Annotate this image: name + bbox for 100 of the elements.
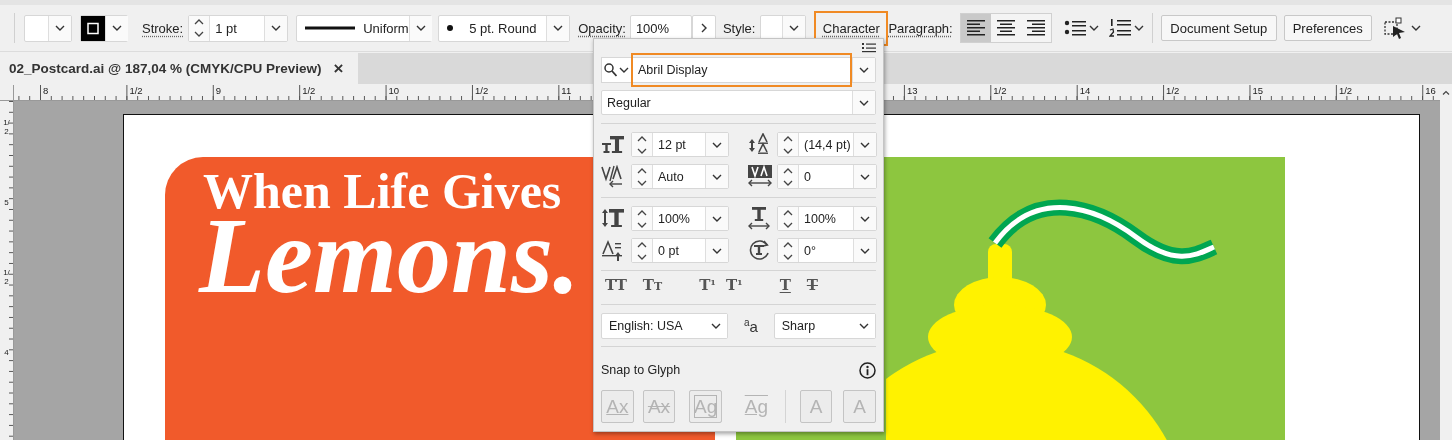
- chevron-down-icon: [858, 323, 869, 329]
- stepper-button[interactable]: [778, 133, 799, 156]
- dropdown-button[interactable]: [853, 207, 876, 230]
- stepper-button[interactable]: [778, 165, 799, 188]
- chevron-down-icon: [860, 173, 870, 180]
- ruler-label: 5: [3, 198, 10, 208]
- font-size-icon: [601, 133, 627, 156]
- all-caps-button[interactable]: TT: [605, 278, 627, 298]
- language-dropdown[interactable]: English: USA: [601, 313, 729, 339]
- preferences-button[interactable]: Preferences: [1283, 15, 1372, 41]
- stepper-button[interactable]: [632, 239, 653, 262]
- snap-to-glyph-label: Snap to Glyph: [601, 363, 681, 377]
- stepper-button[interactable]: [632, 133, 653, 156]
- stroke-label[interactable]: Stroke:: [142, 20, 184, 36]
- stepper-button[interactable]: [632, 207, 653, 230]
- dropdown-button[interactable]: [852, 91, 875, 114]
- document-tab-title: 02_Postcard.ai @ 187,04 % (CMYK/CPU Preview): [9, 61, 322, 76]
- info-icon[interactable]: [859, 361, 876, 379]
- stroke-profile-dropdown[interactable]: Uniform: [296, 14, 433, 42]
- panel-menu-icon[interactable]: [862, 43, 876, 53]
- dropdown-button[interactable]: [853, 133, 876, 156]
- stepper-button[interactable]: [778, 239, 799, 262]
- dropdown-button[interactable]: [546, 15, 570, 41]
- leading-field[interactable]: (14,4 pt): [777, 132, 877, 157]
- opacity-label[interactable]: Opacity:: [578, 20, 626, 36]
- chevron-down-icon: [859, 67, 869, 73]
- ruler-label: 14: [1079, 85, 1091, 96]
- anti-aliasing-dropdown[interactable]: Sharp: [773, 313, 876, 339]
- ruler-label: 1/2: [2, 269, 11, 287]
- font-style-dropdown[interactable]: Regular: [601, 90, 876, 115]
- chevron-right-icon: [700, 23, 707, 33]
- chevron-down-icon: [860, 247, 870, 254]
- ruler-label: 1/2: [474, 85, 489, 96]
- align-center-icon: [996, 20, 1015, 36]
- dropdown-button[interactable]: [264, 15, 288, 41]
- brush-dropdown[interactable]: 5 pt. Round: [438, 14, 571, 42]
- dropdown-button[interactable]: [853, 165, 876, 188]
- align-left-button[interactable]: [960, 14, 991, 42]
- chevron-down-icon: [789, 25, 800, 31]
- ruler-label: 13: [906, 85, 918, 96]
- stepper-button[interactable]: [189, 15, 211, 41]
- dropdown-button[interactable]: [408, 15, 432, 41]
- dropdown-button[interactable]: [705, 239, 728, 262]
- close-tab-button[interactable]: ×: [333, 58, 344, 79]
- ruler-label: 15: [1252, 85, 1264, 96]
- chevron-down-icon: [712, 247, 722, 254]
- dropdown-button[interactable]: [48, 15, 71, 41]
- chevron-down-icon: [112, 25, 122, 31]
- chevron-down-icon: [271, 25, 282, 31]
- ruler-label: 1/2: [993, 85, 1007, 96]
- dropdown-button[interactable]: [853, 239, 876, 262]
- dropdown-button[interactable]: [705, 133, 728, 156]
- superscript-button[interactable]: T$^{1}$: [699, 278, 716, 298]
- dropdown-button[interactable]: [852, 58, 875, 82]
- font-size-field[interactable]: 12 pt: [631, 132, 729, 157]
- chevron-down-icon: [712, 141, 722, 148]
- horizontal-scale-field[interactable]: 100%: [777, 206, 877, 231]
- chevron-down-icon: [859, 99, 869, 106]
- stepper-button[interactable]: [632, 165, 653, 188]
- baseline-shift-field[interactable]: 0 pt: [631, 238, 729, 263]
- kerning-field[interactable]: Auto: [631, 164, 729, 189]
- font-name-highlight: Abril Display: [631, 53, 852, 87]
- strikethrough-button[interactable]: T: [806, 278, 818, 298]
- rotation-field[interactable]: 0°: [777, 238, 877, 263]
- document-tab[interactable]: 02_Postcard.ai @ 187,04 % (CMYK/CPU Preview) ×: [0, 53, 358, 84]
- ruler-label: 4: [3, 349, 10, 358]
- dropdown-button[interactable]: [705, 165, 728, 188]
- ruler-label: 16: [1425, 85, 1436, 96]
- tracking-field[interactable]: 0: [777, 164, 877, 189]
- transform-button[interactable]: [1381, 14, 1423, 42]
- stroke-swatch-icon: [81, 15, 105, 41]
- anti-aliasing-label: $^{a}$a: [742, 317, 759, 335]
- paragraph-label[interactable]: Paragraph:: [888, 20, 953, 36]
- chevron-down-icon: [1410, 25, 1421, 31]
- ruler-label: 9: [215, 85, 222, 96]
- ruler-label: 1/2: [129, 85, 143, 96]
- chevron-down-icon: [415, 25, 426, 31]
- tracking-icon: [747, 165, 773, 188]
- underline-button[interactable]: T: [779, 278, 791, 298]
- small-caps-button[interactable]: Tt: [642, 278, 663, 298]
- search-options-button[interactable]: [601, 57, 631, 83]
- ruler-label: 1/2: [2, 119, 11, 137]
- dropdown-button[interactable]: [705, 207, 728, 230]
- stepper-button[interactable]: [778, 207, 799, 230]
- style-label: Style:: [722, 20, 756, 36]
- numbered-list-icon: [1108, 18, 1131, 38]
- fill-color-dropdown[interactable]: [24, 14, 72, 42]
- stroke-color-dropdown[interactable]: [80, 14, 128, 42]
- stroke-weight-field[interactable]: 1 pt: [188, 14, 289, 42]
- chevron-down-icon: [619, 67, 629, 73]
- vertical-scale-field[interactable]: 100%: [631, 206, 729, 231]
- ruler-label: 1/2: [1166, 85, 1180, 96]
- chevron-down-icon: [553, 25, 564, 31]
- ruler-label: 8: [43, 85, 49, 96]
- dropdown-button[interactable]: [782, 15, 806, 41]
- align-right-icon: [1026, 20, 1045, 36]
- scroll-up-icon[interactable]: [1442, 90, 1450, 95]
- line-icon: [305, 26, 356, 30]
- document-setup-button[interactable]: Document Setup: [1160, 15, 1277, 41]
- chevron-down-icon: [1133, 25, 1144, 31]
